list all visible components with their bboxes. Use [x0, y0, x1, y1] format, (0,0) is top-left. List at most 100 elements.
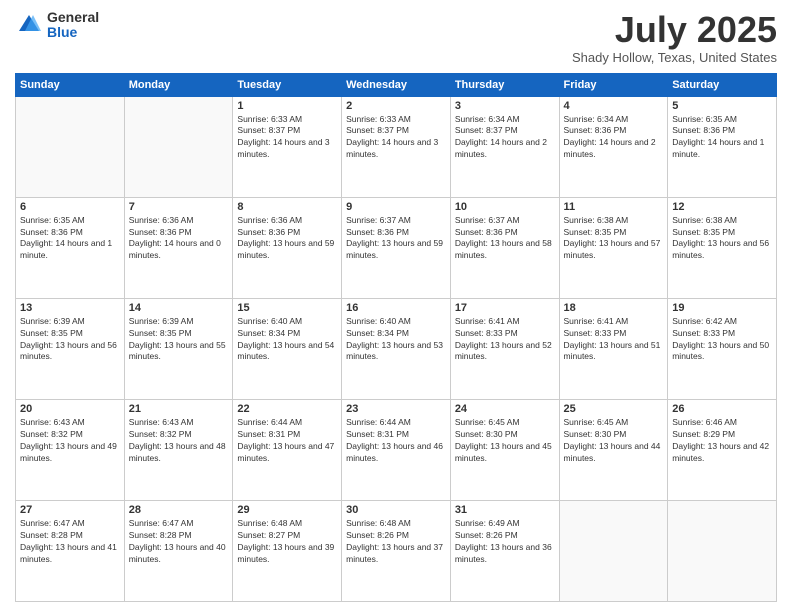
- day-number: 13: [20, 302, 120, 314]
- day-number: 30: [346, 504, 446, 516]
- day-number: 11: [564, 201, 664, 213]
- calendar-cell: 7 Sunrise: 6:36 AM Sunset: 8:36 PM Daylig…: [124, 197, 233, 298]
- day-header-sunday: Sunday: [16, 73, 125, 96]
- cell-info: Sunrise: 6:43 AM Sunset: 8:32 PM Dayligh…: [129, 417, 229, 465]
- calendar-cell: 22Sunrise: 6:44 AM Sunset: 8:31 PM Dayli…: [233, 399, 342, 500]
- day-header-saturday: Saturday: [668, 73, 777, 96]
- day-number: 9: [346, 201, 446, 213]
- calendar-week-1: 1 Sunrise: 6:33 AM Sunset: 8:37 PM Daylig…: [16, 96, 777, 197]
- cell-info: Sunrise: 6:36 AM Sunset: 8:36 PM Dayligh…: [237, 215, 337, 263]
- day-number: 3: [455, 100, 555, 112]
- calendar-cell: 6 Sunrise: 6:35 AM Sunset: 8:36 PM Daylig…: [16, 197, 125, 298]
- calendar-cell: [668, 500, 777, 601]
- cell-info: Sunrise: 6:37 AM Sunset: 8:36 PM Dayligh…: [346, 215, 446, 263]
- cell-info: Sunrise: 6:41 AM Sunset: 8:33 PM Dayligh…: [455, 316, 555, 364]
- cell-info: Sunrise: 6:33 AM Sunset: 8:37 PM Dayligh…: [237, 114, 337, 162]
- cell-info: Sunrise: 6:36 AM Sunset: 8:36 PM Dayligh…: [129, 215, 229, 263]
- logo-icon: [15, 11, 43, 39]
- calendar-cell: 15 Sunrise: 6:40 AM Sunset: 8:34 PM Dayli…: [233, 298, 342, 399]
- day-number: 20: [20, 403, 120, 415]
- cell-info: Sunrise: 6:40 AM Sunset: 8:34 PM Dayligh…: [237, 316, 337, 364]
- calendar-header-row: SundayMondayTuesdayWednesdayThursdayFrid…: [16, 73, 777, 96]
- cell-info: Sunrise: 6:41 AM Sunset: 8:33 PM Dayligh…: [564, 316, 664, 364]
- day-header-monday: Monday: [124, 73, 233, 96]
- logo: General Blue: [15, 10, 99, 41]
- calendar-cell: 30 Sunrise: 6:48 AM Sunset: 8:26 PM Dayli…: [342, 500, 451, 601]
- calendar-cell: 17 Sunrise: 6:41 AM Sunset: 8:33 PM Dayli…: [450, 298, 559, 399]
- calendar-cell: 5Sunrise: 6:35 AM Sunset: 8:36 PM Daylig…: [668, 96, 777, 197]
- calendar-cell: 27 Sunrise: 6:47 AM Sunset: 8:28 PM Dayli…: [16, 500, 125, 601]
- day-number: 28: [129, 504, 229, 516]
- day-number: 29: [237, 504, 337, 516]
- day-header-wednesday: Wednesday: [342, 73, 451, 96]
- cell-info: Sunrise: 6:39 AM Sunset: 8:35 PM Dayligh…: [129, 316, 229, 364]
- calendar-cell: 20 Sunrise: 6:43 AM Sunset: 8:32 PM Dayli…: [16, 399, 125, 500]
- calendar-cell: 11 Sunrise: 6:38 AM Sunset: 8:35 PM Dayli…: [559, 197, 668, 298]
- calendar-cell: 21 Sunrise: 6:43 AM Sunset: 8:32 PM Dayli…: [124, 399, 233, 500]
- day-number: 7: [129, 201, 229, 213]
- day-number: 10: [455, 201, 555, 213]
- cell-info: Sunrise: 6:48 AM Sunset: 8:26 PM Dayligh…: [346, 518, 446, 566]
- logo-blue-text: Blue: [47, 25, 99, 40]
- cell-info: Sunrise: 6:47 AM Sunset: 8:28 PM Dayligh…: [129, 518, 229, 566]
- cell-info: Sunrise: 6:34 AM Sunset: 8:36 PM Dayligh…: [564, 114, 664, 162]
- calendar-cell: 2 Sunrise: 6:33 AM Sunset: 8:37 PM Daylig…: [342, 96, 451, 197]
- cell-info: Sunrise: 6:43 AM Sunset: 8:32 PM Dayligh…: [20, 417, 120, 465]
- calendar-cell: 23 Sunrise: 6:44 AM Sunset: 8:31 PM Dayli…: [342, 399, 451, 500]
- cell-info: Sunrise: 6:44 AM Sunset: 8:31 PM Dayligh…: [346, 417, 446, 465]
- day-number: 21: [129, 403, 229, 415]
- cell-info: Sunrise: 6:35 AM Sunset: 8:36 PM Dayligh…: [672, 114, 772, 162]
- calendar-cell: 4Sunrise: 6:34 AM Sunset: 8:36 PM Daylig…: [559, 96, 668, 197]
- day-number: 2: [346, 100, 446, 112]
- day-number: 23: [346, 403, 446, 415]
- cell-info: Sunrise: 6:47 AM Sunset: 8:28 PM Dayligh…: [20, 518, 120, 566]
- month-title: July 2025: [572, 10, 777, 50]
- calendar-week-5: 27 Sunrise: 6:47 AM Sunset: 8:28 PM Dayli…: [16, 500, 777, 601]
- cell-info: Sunrise: 6:34 AM Sunset: 8:37 PM Dayligh…: [455, 114, 555, 162]
- cell-info: Sunrise: 6:38 AM Sunset: 8:35 PM Dayligh…: [672, 215, 772, 263]
- cell-info: Sunrise: 6:45 AM Sunset: 8:30 PM Dayligh…: [455, 417, 555, 465]
- calendar-cell: 25Sunrise: 6:45 AM Sunset: 8:30 PM Dayli…: [559, 399, 668, 500]
- calendar-cell: 8Sunrise: 6:36 AM Sunset: 8:36 PM Daylig…: [233, 197, 342, 298]
- day-number: 17: [455, 302, 555, 314]
- calendar-cell: [559, 500, 668, 601]
- day-number: 27: [20, 504, 120, 516]
- calendar-cell: 26Sunrise: 6:46 AM Sunset: 8:29 PM Dayli…: [668, 399, 777, 500]
- day-number: 1: [237, 100, 337, 112]
- day-number: 19: [672, 302, 772, 314]
- logo-text: General Blue: [47, 10, 99, 41]
- calendar-cell: 3 Sunrise: 6:34 AM Sunset: 8:37 PM Daylig…: [450, 96, 559, 197]
- cell-info: Sunrise: 6:48 AM Sunset: 8:27 PM Dayligh…: [237, 518, 337, 566]
- day-number: 6: [20, 201, 120, 213]
- day-number: 26: [672, 403, 772, 415]
- calendar-table: SundayMondayTuesdayWednesdayThursdayFrid…: [15, 73, 777, 602]
- calendar-week-2: 6 Sunrise: 6:35 AM Sunset: 8:36 PM Daylig…: [16, 197, 777, 298]
- calendar-cell: 10 Sunrise: 6:37 AM Sunset: 8:36 PM Dayli…: [450, 197, 559, 298]
- cell-info: Sunrise: 6:40 AM Sunset: 8:34 PM Dayligh…: [346, 316, 446, 364]
- calendar-cell: 14 Sunrise: 6:39 AM Sunset: 8:35 PM Dayli…: [124, 298, 233, 399]
- calendar-cell: 12 Sunrise: 6:38 AM Sunset: 8:35 PM Dayli…: [668, 197, 777, 298]
- calendar-cell: 18 Sunrise: 6:41 AM Sunset: 8:33 PM Dayli…: [559, 298, 668, 399]
- cell-info: Sunrise: 6:33 AM Sunset: 8:37 PM Dayligh…: [346, 114, 446, 162]
- cell-info: Sunrise: 6:37 AM Sunset: 8:36 PM Dayligh…: [455, 215, 555, 263]
- calendar-cell: 19Sunrise: 6:42 AM Sunset: 8:33 PM Dayli…: [668, 298, 777, 399]
- day-number: 24: [455, 403, 555, 415]
- calendar-cell: 9 Sunrise: 6:37 AM Sunset: 8:36 PM Daylig…: [342, 197, 451, 298]
- calendar-cell: [124, 96, 233, 197]
- day-number: 12: [672, 201, 772, 213]
- day-number: 15: [237, 302, 337, 314]
- calendar-cell: 24 Sunrise: 6:45 AM Sunset: 8:30 PM Dayli…: [450, 399, 559, 500]
- calendar-week-3: 13 Sunrise: 6:39 AM Sunset: 8:35 PM Dayli…: [16, 298, 777, 399]
- calendar-cell: 1 Sunrise: 6:33 AM Sunset: 8:37 PM Daylig…: [233, 96, 342, 197]
- title-block: July 2025 Shady Hollow, Texas, United St…: [572, 10, 777, 65]
- day-number: 31: [455, 504, 555, 516]
- cell-info: Sunrise: 6:38 AM Sunset: 8:35 PM Dayligh…: [564, 215, 664, 263]
- calendar-cell: 16Sunrise: 6:40 AM Sunset: 8:34 PM Dayli…: [342, 298, 451, 399]
- day-number: 18: [564, 302, 664, 314]
- cell-info: Sunrise: 6:35 AM Sunset: 8:36 PM Dayligh…: [20, 215, 120, 263]
- day-number: 25: [564, 403, 664, 415]
- location: Shady Hollow, Texas, United States: [572, 50, 777, 65]
- header: General Blue July 2025 Shady Hollow, Tex…: [15, 10, 777, 65]
- day-number: 14: [129, 302, 229, 314]
- calendar-cell: 31Sunrise: 6:49 AM Sunset: 8:26 PM Dayli…: [450, 500, 559, 601]
